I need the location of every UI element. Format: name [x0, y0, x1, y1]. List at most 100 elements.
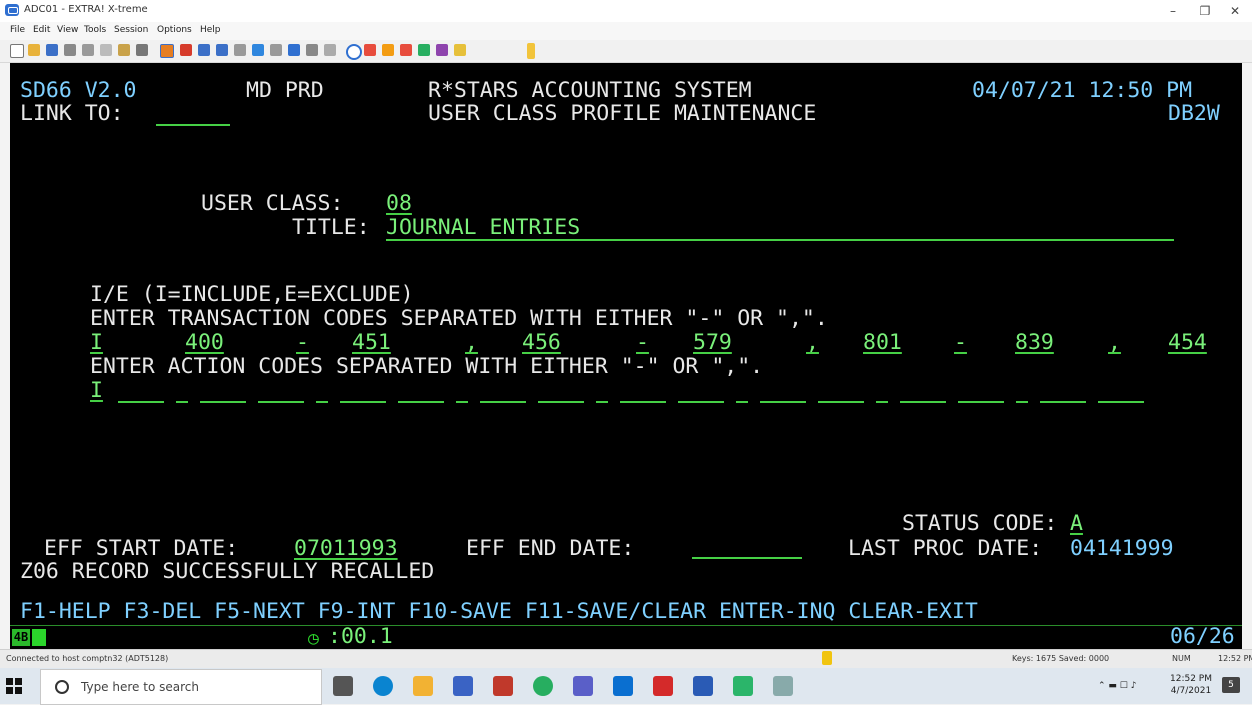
- system-name: R*STARS ACCOUNTING SYSTEM: [428, 78, 752, 103]
- action-code-field[interactable]: [900, 401, 946, 403]
- action-code-field[interactable]: [118, 401, 164, 403]
- home-icon[interactable]: [234, 44, 246, 56]
- restore-button[interactable]: ❐: [1190, 2, 1220, 20]
- action-code-field[interactable]: [760, 401, 806, 403]
- paste-icon[interactable]: [118, 44, 130, 56]
- windows-start-icon[interactable]: [6, 678, 22, 694]
- lock-icon: [822, 651, 832, 665]
- menu-options[interactable]: Options: [157, 25, 192, 35]
- action-code-field[interactable]: [1098, 401, 1144, 403]
- system-tray-icons[interactable]: ⌃ ▬ ☐ ♪: [1098, 680, 1136, 692]
- extra-taskbar-icon[interactable]: [733, 676, 753, 696]
- trans-code-field[interactable]: 801: [863, 331, 902, 355]
- task-view-icon[interactable]: [333, 676, 353, 696]
- trans-code-field[interactable]: 579: [693, 331, 732, 355]
- print-icon[interactable]: [64, 44, 76, 56]
- action-separator-field[interactable]: [176, 401, 188, 403]
- taskbar-clock[interactable]: 12:52 PM 4/7/2021: [1170, 673, 1212, 697]
- marker-icon[interactable]: [180, 44, 192, 56]
- menu-help[interactable]: Help: [200, 25, 221, 35]
- trans-separator-field[interactable]: ,: [806, 331, 819, 355]
- trans-code-field[interactable]: 456: [522, 331, 561, 355]
- record-icon[interactable]: [400, 44, 412, 56]
- highlight-icon[interactable]: [160, 44, 174, 58]
- copy-icon[interactable]: [100, 44, 112, 56]
- action-separator-field[interactable]: [596, 401, 608, 403]
- trans-separator-field[interactable]: ,: [1108, 331, 1121, 355]
- menu-file[interactable]: File: [10, 25, 25, 35]
- action-code-field[interactable]: [620, 401, 666, 403]
- menu-view[interactable]: View: [57, 25, 78, 35]
- menu-tools[interactable]: Tools: [84, 25, 106, 35]
- menu-edit[interactable]: Edit: [33, 25, 50, 35]
- quickpad-icon[interactable]: [382, 44, 394, 56]
- action-code-field[interactable]: [818, 401, 864, 403]
- trans-code-field[interactable]: 454: [1168, 331, 1207, 355]
- action-code-field[interactable]: [480, 401, 526, 403]
- transfer-icon[interactable]: [288, 44, 300, 56]
- word-icon[interactable]: [693, 676, 713, 696]
- action-separator-field[interactable]: [1016, 401, 1028, 403]
- connect-icon[interactable]: [346, 44, 362, 60]
- outlook-icon[interactable]: [613, 676, 633, 696]
- action-separator-field[interactable]: [876, 401, 888, 403]
- action-ie-field[interactable]: I: [90, 379, 103, 403]
- store-icon[interactable]: [453, 676, 473, 696]
- disconnect-icon[interactable]: [364, 44, 376, 56]
- action-code-field[interactable]: [398, 401, 444, 403]
- receive-icon[interactable]: [306, 44, 318, 56]
- title-field[interactable]: JOURNAL ENTRIES: [386, 216, 580, 240]
- action-code-field[interactable]: [538, 401, 584, 403]
- trans-code-field[interactable]: 451: [352, 331, 391, 355]
- trans-code-field[interactable]: 400: [185, 331, 224, 355]
- link-to-field[interactable]: [156, 103, 230, 126]
- help-icon[interactable]: [454, 44, 466, 56]
- clock-time: 12:52 PM: [1170, 674, 1212, 684]
- menu-session[interactable]: Session: [114, 25, 148, 35]
- back-arrow-icon[interactable]: [198, 44, 210, 56]
- close-button[interactable]: ✕: [1220, 2, 1250, 20]
- trans-separator-field[interactable]: -: [954, 331, 967, 355]
- file-explorer-icon[interactable]: [413, 676, 433, 696]
- trans-code-field[interactable]: 839: [1015, 331, 1054, 355]
- action-code-field[interactable]: [958, 401, 1004, 403]
- cursor-position: 06/26: [1170, 624, 1235, 649]
- new-icon[interactable]: [10, 44, 24, 58]
- rsa-token-icon[interactable]: [493, 676, 513, 696]
- eff-start-field[interactable]: 07011993: [294, 537, 398, 561]
- action-separator-field[interactable]: [736, 401, 748, 403]
- status-code-field[interactable]: A: [1070, 512, 1083, 536]
- edge-browser-icon[interactable]: [373, 676, 393, 696]
- trans-separator-field[interactable]: -: [296, 331, 309, 355]
- action-code-field[interactable]: [678, 401, 724, 403]
- open-icon[interactable]: [28, 44, 40, 56]
- minimize-button[interactable]: –: [1158, 2, 1188, 20]
- acrobat-icon[interactable]: [653, 676, 673, 696]
- chrome-icon[interactable]: [533, 676, 553, 696]
- trans-separator-field[interactable]: -: [636, 331, 649, 355]
- play-icon[interactable]: [418, 44, 430, 56]
- snipping-tool-icon[interactable]: [773, 676, 793, 696]
- trans-separator-field[interactable]: ,: [465, 331, 478, 355]
- macro-icon[interactable]: [252, 44, 264, 56]
- trans-ie-field[interactable]: I: [90, 331, 103, 355]
- action-code-field[interactable]: [1040, 401, 1086, 403]
- eff-end-field[interactable]: [692, 537, 802, 559]
- clipboard-icon[interactable]: [324, 44, 336, 56]
- notification-icon[interactable]: 5: [1222, 677, 1240, 693]
- forward-arrow-icon[interactable]: [216, 44, 228, 56]
- action-code-field[interactable]: [258, 401, 304, 403]
- terminal-screen[interactable]: SD66 V2.0 MD PRD R*STARS ACCOUNTING SYST…: [10, 63, 1242, 649]
- attach-icon[interactable]: [436, 44, 448, 56]
- action-separator-field[interactable]: [316, 401, 328, 403]
- action-code-field[interactable]: [340, 401, 386, 403]
- teams-icon[interactable]: [573, 676, 593, 696]
- settings-icon[interactable]: [270, 44, 282, 56]
- taskbar-search-box[interactable]: Type here to search: [40, 669, 322, 705]
- cut-icon[interactable]: [82, 44, 94, 56]
- save-icon[interactable]: [46, 44, 58, 56]
- action-code-field[interactable]: [200, 401, 246, 403]
- undo-icon[interactable]: [136, 44, 148, 56]
- action-separator-field[interactable]: [456, 401, 468, 403]
- user-class-field[interactable]: 08: [386, 192, 412, 216]
